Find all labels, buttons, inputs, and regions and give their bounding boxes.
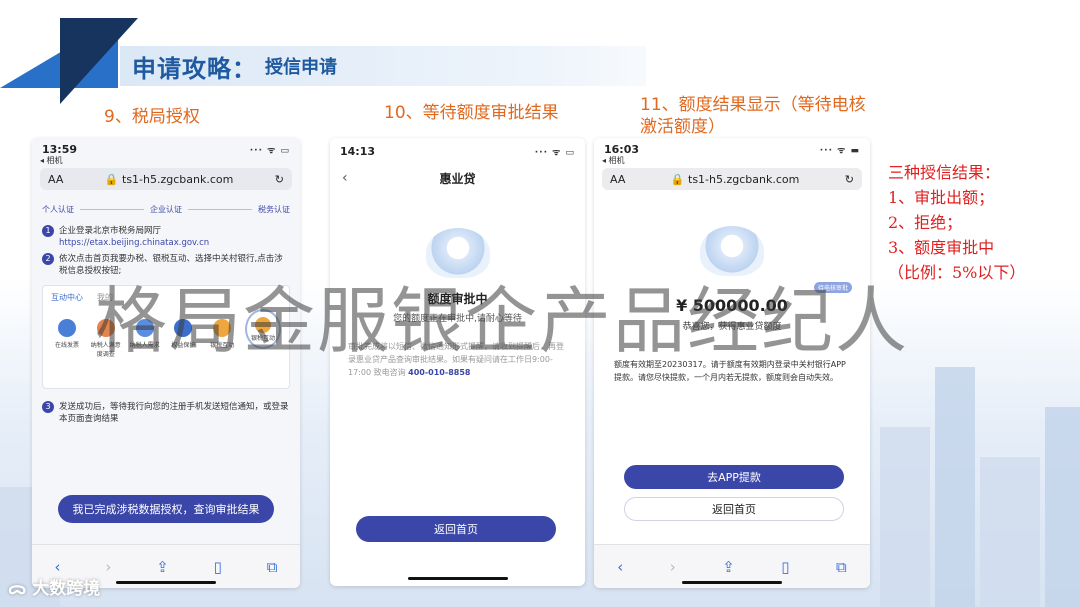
- url-text: ts1-h5.zgcbank.com: [122, 172, 234, 186]
- tax-bureau-screenshot: 互动中心 我的 在线发票 纳税人满意度调查 纳税人需求 权益保护 银税互动 银税…: [42, 285, 290, 389]
- back-to-app-link[interactable]: ◂ 相机: [602, 155, 625, 166]
- phone-screen-tax-authorization: 13:59 ··· ᯤ ▭ ◂ 相机 AA 🔒 ts1-h5.zgcbank.c…: [32, 138, 300, 588]
- back-icon[interactable]: ‹: [617, 558, 623, 576]
- step-label-10: 10、等待额度审批结果: [384, 103, 559, 123]
- instruction-step-3: 3 发送成功后，等待我行向您的注册手机发送短信通知，或登录本页面查询结果: [32, 393, 300, 433]
- progress-step-tax: 税务认证: [258, 205, 290, 214]
- text-size-button[interactable]: AA: [48, 173, 63, 186]
- credit-amount: ¥ 500000.00: [676, 296, 788, 315]
- progress-step-personal: 个人认证: [42, 205, 74, 214]
- credit-result-notes: 三种授信结果： 1、审批出额； 2、拒绝； 3、额度审批中 （比例：5%以下）: [888, 160, 1025, 285]
- nav-bar: ‹ 惠业贷: [330, 160, 585, 196]
- mascot-illustration: [700, 226, 764, 276]
- bank-tax-highlight-icon: [254, 316, 271, 333]
- status-time: 13:59: [42, 142, 78, 156]
- notice-text: 审批完成将以短信、微信通知形式提醒，请收到提醒后，再登录惠业贷产品查询审批结果。…: [348, 342, 564, 377]
- text-size-button[interactable]: AA: [610, 173, 625, 186]
- slide-subtitle: 授信申请: [265, 57, 337, 78]
- reload-icon[interactable]: ↻: [275, 173, 284, 186]
- home-indicator: [116, 581, 216, 584]
- tab-interaction-center[interactable]: 互动中心: [51, 292, 83, 303]
- signal-battery-icon: ··· ᯤ ▬: [819, 145, 860, 156]
- bookmarks-icon[interactable]: ▯: [214, 558, 222, 576]
- lock-icon: 🔒: [670, 172, 685, 186]
- back-to-app-link[interactable]: ◂ 相机: [40, 155, 63, 166]
- instruction-step-2: 2 依次点击首页我要办税、银税互动、选择中关村银行,点击涉税信息授权按钮;: [42, 253, 290, 277]
- lock-icon: 🔒: [104, 172, 119, 186]
- nav-title: 惠业贷: [439, 171, 476, 186]
- invoice-icon: [58, 319, 76, 337]
- signal-battery-icon: ··· ᯤ ▭: [249, 145, 290, 156]
- forward-icon[interactable]: ›: [670, 558, 676, 576]
- brand-logo-icon: ᯅ: [8, 579, 27, 599]
- slide-title-bar: 申请攻略： 授信申请: [120, 46, 646, 86]
- result-heading: 三种授信结果：: [888, 163, 1001, 182]
- signal-battery-icon: ··· ᯤ ▭: [534, 147, 575, 158]
- status-time: 16:03: [604, 142, 640, 156]
- tabs-icon[interactable]: ⧉: [836, 558, 847, 576]
- status-title: 额度审批中: [427, 292, 488, 306]
- phone-screen-credit-result: 16:03 ··· ᯤ ▬ ◂ 相机 AA 🔒 ts1-h5.zgcbank.c…: [594, 138, 870, 588]
- survey-icon: [96, 319, 115, 337]
- url-text: ts1-h5.zgcbank.com: [688, 172, 800, 186]
- query-approval-button[interactable]: 我已完成涉税数据授权，查询审批结果: [58, 495, 274, 523]
- mascot-illustration: [425, 228, 490, 278]
- url-bar[interactable]: AA 🔒 ts1-h5.zgcbank.com ↻: [40, 168, 292, 190]
- share-icon[interactable]: ⇪: [722, 558, 735, 576]
- result-item-pending: 3、额度审批中: [888, 238, 995, 257]
- slide-title: 申请攻略：: [132, 54, 257, 83]
- return-home-button[interactable]: 返回首页: [356, 516, 556, 542]
- demand-icon: [135, 319, 154, 337]
- tabs-icon[interactable]: ⧉: [267, 558, 278, 576]
- congrats-text: 恭喜您，获得惠业贷额度: [682, 322, 782, 332]
- result-item-rejected: 2、拒绝；: [888, 213, 963, 232]
- reload-icon[interactable]: ↻: [845, 173, 854, 186]
- step-label-9: 9、税局授权: [104, 107, 200, 127]
- instruction-step-1: 1 企业登录北京市税务局网厅 https://etax.beijing.chin…: [42, 225, 290, 249]
- hotline-number[interactable]: 400-010-8858: [408, 368, 470, 377]
- step-label-11: 11、额度结果显示（等待电核 激活额度）: [640, 95, 866, 137]
- status-subtitle: 您的额度正在审批中,请耐心等待: [393, 314, 522, 324]
- auth-progress: 个人认证 企业认证 税务认证: [32, 190, 300, 221]
- pending-verification-badge: 待电核审批: [813, 282, 852, 293]
- progress-step-company: 企业认证: [150, 205, 182, 214]
- home-indicator: [407, 577, 508, 580]
- status-time: 14:13: [340, 144, 376, 158]
- return-home-button[interactable]: 返回首页: [624, 497, 844, 521]
- brand-logo: ᯅ 大数跨境: [8, 574, 100, 599]
- etax-link[interactable]: https://etax.beijing.chinatax.gov.cn: [59, 237, 209, 249]
- result-item-approved: 1、审批出额；: [888, 188, 995, 207]
- forward-icon[interactable]: ›: [105, 558, 111, 576]
- back-icon[interactable]: ‹: [54, 558, 60, 576]
- brand-name: 大数跨境: [32, 579, 101, 599]
- result-item-ratio: （比例：5%以下）: [888, 263, 1026, 282]
- rights-icon: [174, 319, 193, 337]
- bookmarks-icon[interactable]: ▯: [781, 558, 789, 576]
- bank-tax-interaction-highlight[interactable]: 银税互动: [244, 309, 281, 349]
- back-chevron-icon[interactable]: ‹: [342, 170, 348, 186]
- bank-tax-icon: [213, 319, 232, 337]
- validity-notice: 额度有效期至20230317。请于额度有效期内登录中关村银行APP提款。请您尽快…: [614, 360, 846, 382]
- withdraw-in-app-button[interactable]: 去APP提款: [624, 465, 844, 489]
- phone-screen-approval-pending: 14:13 ··· ᯤ ▭ ‹ 惠业贷 额度审批中 您的额度正在审批中,请耐心等…: [330, 138, 585, 586]
- tab-mine[interactable]: 我的: [97, 292, 113, 303]
- url-bar[interactable]: AA 🔒 ts1-h5.zgcbank.com ↻: [602, 168, 862, 190]
- share-icon[interactable]: ⇪: [156, 558, 169, 576]
- home-indicator: [682, 581, 782, 584]
